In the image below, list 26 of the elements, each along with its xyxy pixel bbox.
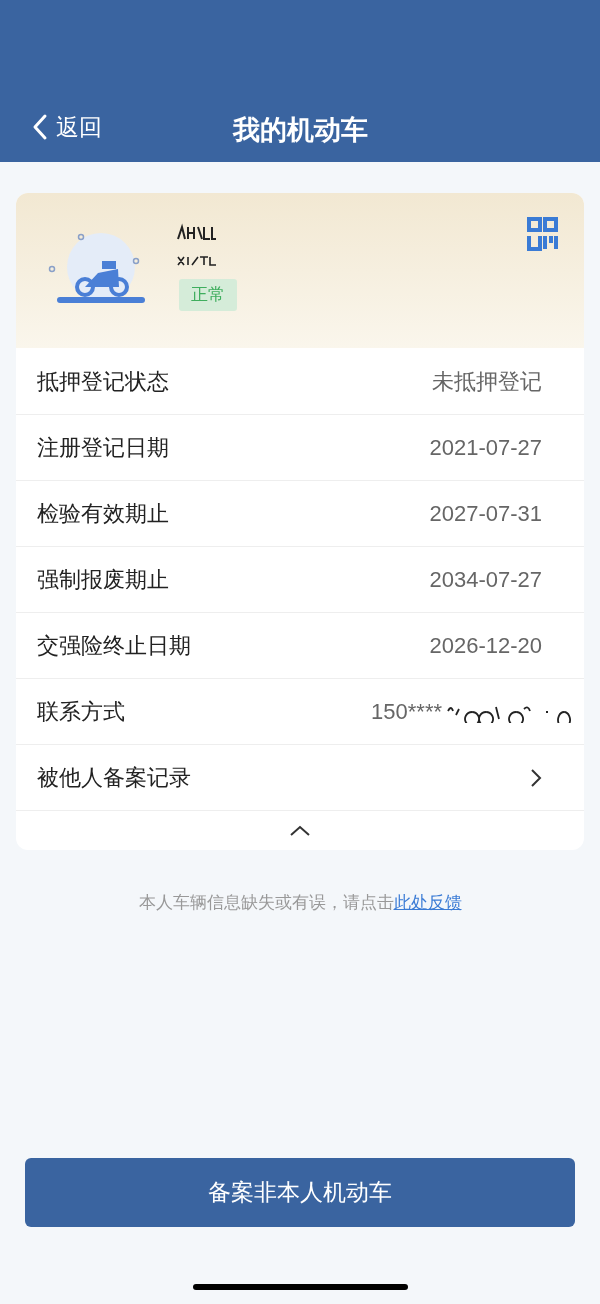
redaction-mark bbox=[176, 223, 218, 243]
row-value: 2027-07-31 bbox=[429, 500, 542, 528]
row-value: 150**** bbox=[371, 698, 442, 726]
qr-code-icon[interactable] bbox=[527, 217, 558, 251]
row-label: 抵押登记状态 bbox=[37, 367, 169, 396]
row-label: 强制报废期止 bbox=[37, 566, 169, 594]
back-button[interactable]: 返回 bbox=[32, 110, 102, 145]
row-label: 被他人备案记录 bbox=[37, 764, 191, 792]
row-label: 注册登记日期 bbox=[37, 434, 169, 462]
page-title: 我的机动车 bbox=[232, 114, 368, 147]
feedback-text: 本人车辆信息缺失或有误，请点击此处反馈 bbox=[137, 892, 463, 914]
row-label: 检验有效期止 bbox=[37, 500, 169, 528]
row-label: 交强险终止日期 bbox=[37, 632, 191, 660]
list-row[interactable]: 被他人备案记录 bbox=[16, 744, 584, 810]
row-value: 2026-12-20 bbox=[429, 632, 542, 660]
chevron-right-icon bbox=[530, 767, 542, 788]
redaction-mark bbox=[176, 253, 218, 269]
row-value: 2034-07-27 bbox=[429, 566, 542, 594]
row-value: 未抵押登记 bbox=[432, 367, 542, 396]
row-value: 2021-07-27 bbox=[429, 434, 542, 462]
feedback-link[interactable]: 此处反馈 bbox=[393, 893, 462, 912]
row-label: 联系方式 bbox=[37, 698, 125, 726]
chevron-up-icon bbox=[289, 824, 311, 837]
back-icon bbox=[32, 113, 48, 142]
register-vehicle-button[interactable]: 备案非本人机动车 bbox=[25, 1158, 575, 1227]
status-badge: 正常 bbox=[179, 279, 237, 311]
